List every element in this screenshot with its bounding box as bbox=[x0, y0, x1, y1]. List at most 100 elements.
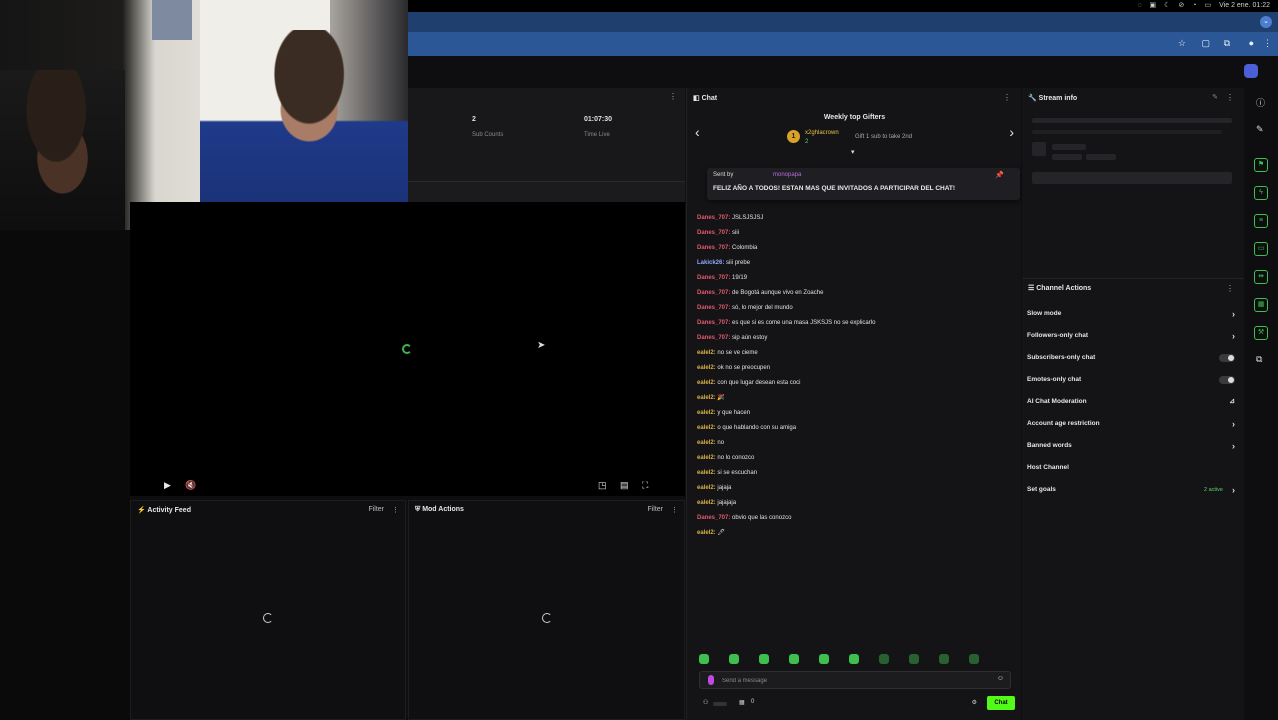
chevron-right-icon[interactable]: › bbox=[1232, 329, 1235, 343]
collapse-icon[interactable]: ▾ bbox=[851, 148, 855, 156]
activity-kebab-icon[interactable]: ⋮ bbox=[392, 506, 399, 514]
screenshot-icon[interactable]: ▣ bbox=[1150, 1, 1157, 9]
chat-tool-icon[interactable]: ▭ bbox=[1254, 242, 1268, 256]
toggle-switch[interactable] bbox=[1219, 354, 1235, 362]
chat-username[interactable]: ealel2: bbox=[697, 500, 716, 506]
badge-icon[interactable] bbox=[708, 675, 714, 685]
pinned-sender[interactable]: monopapa bbox=[773, 172, 801, 178]
extensions-icon[interactable]: ⧉ bbox=[1224, 38, 1230, 49]
chat-username[interactable]: ealel2: bbox=[697, 350, 716, 356]
mod-filter-button[interactable]: Filter bbox=[647, 506, 663, 514]
stats-kebab-icon[interactable]: ⋮ bbox=[669, 92, 677, 101]
channel-action-ai-chat-moderation[interactable]: AI Chat Moderation ⊿ bbox=[1027, 395, 1239, 409]
chevron-right-icon[interactable]: › bbox=[1232, 307, 1235, 321]
toggle-switch[interactable] bbox=[1219, 376, 1235, 384]
bookmark-star-icon[interactable]: ☆ bbox=[1178, 38, 1186, 49]
channel-actions-kebab-icon[interactable]: ⋮ bbox=[1226, 284, 1234, 293]
channel-action-set-goals[interactable]: Set goals 2 active › bbox=[1027, 483, 1239, 497]
chat-username[interactable]: ealel2: bbox=[697, 530, 716, 536]
channel-action-emotes-only-chat[interactable]: Emotes-only chat bbox=[1027, 373, 1239, 387]
wrench-tool-icon[interactable]: ⚒ bbox=[1254, 326, 1268, 340]
chat-username[interactable]: ealel2: bbox=[697, 455, 716, 461]
chat-username[interactable]: ealel2: bbox=[697, 440, 716, 446]
channel-action-followers-only-chat[interactable]: Followers-only chat › bbox=[1027, 329, 1239, 343]
app-avatar[interactable] bbox=[1244, 64, 1258, 78]
emote-icon[interactable] bbox=[969, 654, 979, 664]
mod-kebab-icon[interactable]: ⋮ bbox=[671, 506, 678, 514]
emote-icon[interactable] bbox=[849, 654, 859, 664]
pencil-icon[interactable]: ✎ bbox=[1256, 124, 1264, 135]
emote-icon[interactable] bbox=[759, 654, 769, 664]
browser-menu-icon[interactable]: ⋮ bbox=[1263, 38, 1272, 49]
chevron-right-icon[interactable]: › bbox=[1232, 439, 1235, 453]
chevron-right-icon[interactable]: › bbox=[1009, 124, 1014, 140]
tab-icon[interactable]: ▢ bbox=[1201, 38, 1210, 49]
bolt-tool-icon[interactable]: ϟ bbox=[1254, 186, 1268, 200]
chevron-right-icon[interactable]: › bbox=[1232, 483, 1235, 497]
emote-icon[interactable] bbox=[789, 654, 799, 664]
chat-username[interactable]: Danes_707: bbox=[697, 230, 730, 236]
chat-username[interactable]: Danes_707: bbox=[697, 245, 730, 251]
emote-icon[interactable] bbox=[699, 654, 709, 664]
play-icon[interactable]: ▶ bbox=[164, 480, 171, 491]
chevron-left-icon[interactable]: ‹ bbox=[695, 124, 700, 140]
emote-icon[interactable] bbox=[909, 654, 919, 664]
network-icon[interactable]: ◌ bbox=[1137, 2, 1141, 9]
wifi-icon[interactable]: ◔ bbox=[1192, 2, 1196, 9]
chat-username[interactable]: Danes_707: bbox=[697, 275, 730, 281]
calendar-icon[interactable]: ▦ bbox=[1254, 298, 1268, 312]
channel-action-slow-mode[interactable]: Slow mode › bbox=[1027, 307, 1239, 321]
users-icon[interactable]: ⚇ bbox=[703, 699, 708, 706]
emote-icon[interactable] bbox=[879, 654, 889, 664]
stream-info-kebab-icon[interactable]: ⋮ bbox=[1226, 93, 1234, 102]
flag-icon[interactable]: ⚑ bbox=[1254, 158, 1268, 172]
activity-filter-button[interactable]: Filter bbox=[368, 506, 384, 514]
channel-action-account-age-restriction[interactable]: Account age restriction › bbox=[1027, 417, 1239, 431]
split-icon[interactable]: ⇹ bbox=[1254, 270, 1268, 284]
chat-username[interactable]: ealel2: bbox=[697, 395, 716, 401]
emote-icon[interactable] bbox=[729, 654, 739, 664]
theater-icon[interactable]: ▤ bbox=[620, 480, 629, 491]
clock[interactable]: Vie 2 ene. 01:22 bbox=[1219, 2, 1270, 9]
chart-icon[interactable]: ⊿ bbox=[1229, 395, 1235, 409]
profile-icon[interactable]: ● bbox=[1249, 38, 1254, 48]
gift-icon[interactable]: ▦ bbox=[739, 699, 745, 706]
chat-username[interactable]: Danes_707: bbox=[697, 335, 730, 341]
chat-username[interactable]: Danes_707: bbox=[697, 320, 730, 326]
channel-action-host-channel[interactable]: Host Channel bbox=[1027, 461, 1239, 475]
chat-username[interactable]: ealel2: bbox=[697, 470, 716, 476]
chat-username[interactable]: Danes_707: bbox=[697, 305, 730, 311]
gear-icon[interactable]: ⚙ bbox=[972, 699, 977, 706]
no-signal-icon[interactable]: ⊘ bbox=[1178, 1, 1184, 9]
send-chat-button[interactable]: Chat bbox=[987, 696, 1015, 710]
list-icon[interactable]: ≡ bbox=[1254, 214, 1268, 228]
channel-action-subscribers-only-chat[interactable]: Subscribers-only chat bbox=[1027, 351, 1239, 365]
add-widget-icon[interactable]: ⧉ bbox=[1256, 354, 1262, 365]
chat-username[interactable]: Lakick26: bbox=[697, 260, 724, 266]
chat-username[interactable]: ealel2: bbox=[697, 380, 716, 386]
chat-kebab-icon[interactable]: ⋮ bbox=[1003, 93, 1011, 102]
battery-icon[interactable]: ▭ bbox=[1205, 1, 1212, 9]
pin-icon[interactable]: 📌 bbox=[995, 171, 1004, 179]
emote-icon[interactable] bbox=[819, 654, 829, 664]
edit-icon[interactable]: ✎ bbox=[1212, 93, 1218, 101]
fullscreen-icon[interactable]: ⛶ bbox=[642, 480, 648, 491]
chat-username[interactable]: ealel2: bbox=[697, 485, 716, 491]
chat-username[interactable]: Danes_707: bbox=[697, 290, 730, 296]
chevron-right-icon[interactable]: › bbox=[1232, 417, 1235, 431]
mute-icon[interactable]: 🔇 bbox=[185, 480, 196, 491]
tab-menu-icon[interactable]: ⌄ bbox=[1260, 16, 1272, 28]
chat-username[interactable]: Danes_707: bbox=[697, 515, 730, 521]
pip-icon[interactable]: ◳ bbox=[598, 480, 607, 491]
chat-username[interactable]: ealel2: bbox=[697, 410, 716, 416]
chat-input[interactable] bbox=[722, 674, 992, 687]
chat-username[interactable]: Danes_707: bbox=[697, 215, 730, 221]
night-mode-icon[interactable]: ☾ bbox=[1164, 1, 1170, 9]
video-player[interactable]: ➤ ▶ 🔇 ◳ ▤ ⛶ bbox=[130, 202, 685, 496]
emoji-icon[interactable]: ☺ bbox=[997, 675, 1004, 682]
channel-action-banned-words[interactable]: Banned words › bbox=[1027, 439, 1239, 453]
emote-icon[interactable] bbox=[939, 654, 949, 664]
info-icon[interactable]: ⓘ bbox=[1256, 96, 1265, 109]
gifter-name[interactable]: x2ghlacrown bbox=[805, 130, 839, 136]
chat-username[interactable]: ealel2: bbox=[697, 425, 716, 431]
